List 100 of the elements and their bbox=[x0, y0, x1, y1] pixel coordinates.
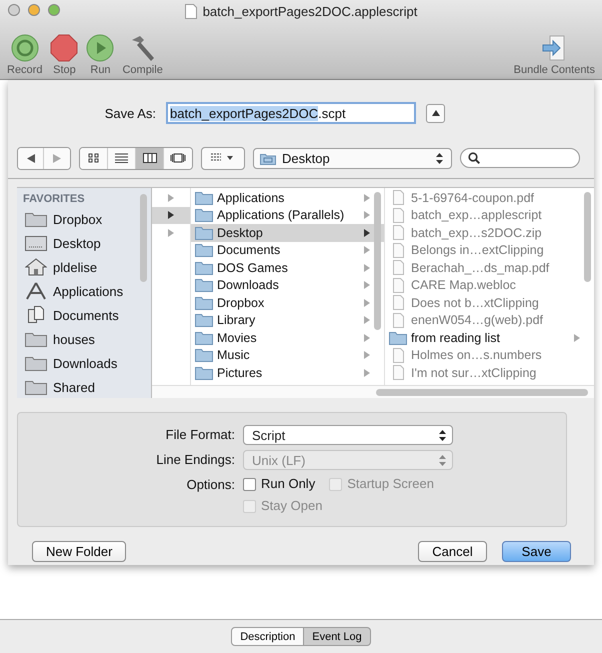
disclosure-arrow-icon bbox=[364, 298, 370, 307]
disclosure-arrow-icon bbox=[364, 211, 370, 220]
folder-row[interactable]: Desktop bbox=[191, 224, 384, 242]
checkbox[interactable]: Run Only bbox=[243, 475, 316, 493]
stepper-icon bbox=[439, 430, 446, 440]
folder-row[interactable]: Music bbox=[191, 346, 384, 364]
play-icon bbox=[86, 34, 114, 62]
view-mode-button[interactable] bbox=[136, 148, 164, 168]
grid-icon bbox=[88, 153, 100, 163]
sidebar-item[interactable]: pldelise bbox=[17, 255, 151, 279]
disclosure-arrow-icon bbox=[364, 246, 370, 254]
minimize-button[interactable] bbox=[28, 4, 40, 16]
disclosure-arrow-icon bbox=[364, 228, 370, 237]
disclosure-arrow-icon bbox=[168, 194, 174, 202]
folder-icon bbox=[25, 211, 47, 227]
back-icon bbox=[26, 154, 34, 162]
sidebar-item[interactable]: Downloads bbox=[17, 351, 151, 375]
folder-icon bbox=[195, 190, 213, 205]
view-mode-button[interactable] bbox=[80, 148, 108, 168]
disclosure-arrow-icon bbox=[168, 211, 174, 220]
stepper-icon bbox=[439, 454, 446, 466]
folder-icon bbox=[195, 366, 213, 380]
window-title: batch_exportPages2DOC.applescript bbox=[202, 4, 418, 18]
folder-row[interactable]: Pictures bbox=[191, 364, 384, 382]
folder-row[interactable]: Dropbox bbox=[191, 294, 384, 312]
file-format-label: File Format: bbox=[164, 426, 236, 444]
back-button[interactable] bbox=[18, 148, 44, 168]
sidebar-item[interactable]: Shared bbox=[17, 375, 151, 398]
folder-icon bbox=[260, 152, 276, 164]
column-row[interactable] bbox=[152, 206, 190, 224]
sidebar-item[interactable]: Dropbox bbox=[17, 207, 151, 231]
folder-icon bbox=[195, 296, 213, 310]
disclosure-arrow-icon bbox=[364, 334, 370, 342]
folder-row[interactable]: Applications (Parallels) bbox=[191, 206, 384, 224]
tab[interactable]: Description bbox=[231, 627, 304, 646]
disclosure-arrow-icon bbox=[364, 316, 370, 324]
toolbar-button[interactable]: Run bbox=[83, 34, 118, 76]
list-icon bbox=[115, 153, 128, 163]
arrange-button[interactable] bbox=[201, 146, 245, 170]
expand-button[interactable] bbox=[426, 104, 445, 122]
disclosure-arrow-icon bbox=[168, 228, 174, 237]
folder-row[interactable]: Movies bbox=[191, 329, 384, 346]
stop-icon bbox=[50, 34, 78, 62]
folder-icon bbox=[25, 379, 47, 395]
toolbar-button[interactable]: Compile bbox=[119, 34, 166, 76]
folder-row[interactable]: Documents bbox=[191, 242, 384, 259]
zoom-button[interactable] bbox=[48, 4, 60, 16]
forward-icon bbox=[53, 154, 61, 162]
line-endings-label: Line Endings: bbox=[155, 451, 236, 469]
caret-icon bbox=[432, 110, 440, 116]
options-label: Options: bbox=[186, 476, 236, 494]
sidebar-item[interactable]: houses bbox=[17, 327, 151, 351]
house-icon bbox=[25, 258, 47, 276]
folder-icon bbox=[25, 331, 47, 347]
stepper-icon bbox=[436, 152, 443, 164]
dialog-button[interactable]: Save bbox=[502, 541, 571, 562]
folder-icon bbox=[25, 355, 47, 371]
applications-icon bbox=[25, 282, 47, 300]
disclosure-arrow-icon bbox=[574, 334, 580, 342]
folder-row[interactable]: Downloads bbox=[191, 276, 384, 294]
scrollbar[interactable] bbox=[140, 194, 147, 282]
tab[interactable]: Event Log bbox=[304, 627, 371, 646]
dialog-button[interactable]: New Folder bbox=[32, 541, 126, 562]
folder-row[interactable]: DOS Games bbox=[191, 259, 384, 276]
folder-row[interactable]: Library bbox=[191, 312, 384, 329]
disclosure-arrow-icon bbox=[364, 281, 370, 290]
drive-icon bbox=[25, 235, 47, 251]
disclosure-arrow-icon bbox=[364, 194, 370, 202]
columns-icon bbox=[142, 153, 156, 163]
document-icon bbox=[184, 4, 197, 18]
sidebar-item[interactable]: Desktop bbox=[17, 231, 151, 255]
search-field[interactable] bbox=[460, 148, 580, 168]
file-row[interactable]: from reading list bbox=[385, 329, 594, 346]
filename-field[interactable]: batch_exportPages2DOC.scpt bbox=[166, 102, 416, 124]
toolbar-button[interactable]: Stop bbox=[47, 34, 82, 76]
save-as-label: Save As: bbox=[104, 106, 157, 120]
cover-flow-icon bbox=[170, 153, 186, 163]
close-button[interactable] bbox=[8, 4, 20, 16]
file-format-popup[interactable]: Script bbox=[243, 425, 453, 445]
record-icon bbox=[10, 34, 39, 62]
toolbar-button[interactable]: Bundle Contents bbox=[510, 34, 598, 76]
folder-icon bbox=[195, 313, 213, 328]
folder-row[interactable]: Applications bbox=[191, 189, 384, 206]
folder-icon bbox=[389, 330, 407, 345]
folder-icon bbox=[195, 226, 213, 240]
search-icon bbox=[468, 152, 480, 164]
arrange-icon bbox=[211, 153, 235, 163]
sidebar-item[interactable]: Applications bbox=[17, 279, 151, 303]
disclosure-arrow-icon bbox=[364, 264, 370, 272]
folder-icon bbox=[195, 348, 213, 362]
disclosure-arrow-icon bbox=[364, 368, 370, 377]
location-popup[interactable]: Desktop bbox=[253, 148, 452, 168]
scrollbar[interactable] bbox=[584, 192, 591, 282]
sidebar-item[interactable]: Documents bbox=[17, 303, 151, 327]
scrollbar[interactable] bbox=[376, 388, 588, 396]
folder-icon bbox=[195, 260, 213, 275]
dialog-button[interactable]: Cancel bbox=[418, 541, 487, 562]
toolbar-button[interactable]: Record bbox=[4, 34, 46, 76]
sidebar-heading: FAVORITES bbox=[22, 192, 86, 207]
scrollbar[interactable] bbox=[374, 192, 381, 330]
